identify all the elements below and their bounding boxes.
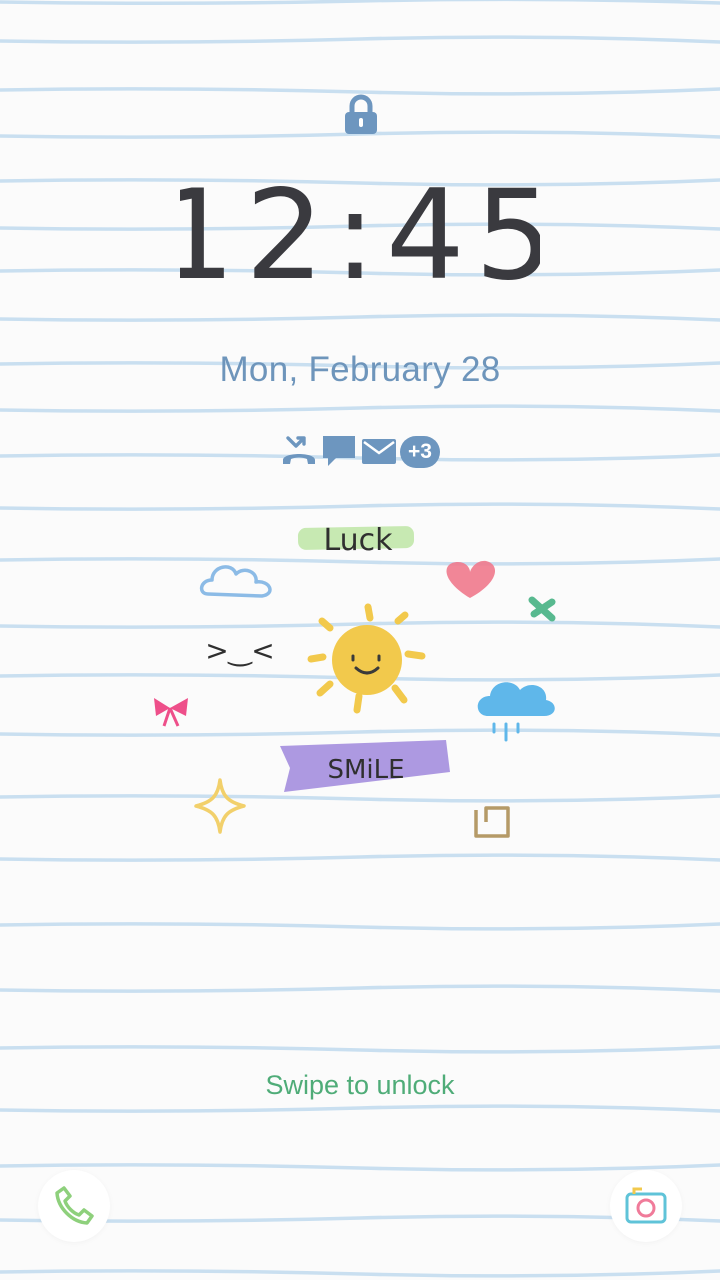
message-icon <box>323 436 355 466</box>
heart-doodle <box>446 560 496 598</box>
camera-shortcut-button[interactable] <box>610 1170 682 1242</box>
emoticon-doodle: >‿< <box>205 634 274 667</box>
bow-doodle <box>154 698 188 727</box>
phone-icon <box>55 1186 94 1225</box>
smile-label: SMiLE <box>280 740 450 792</box>
cross-doodle <box>528 596 556 622</box>
doodle-wallpaper: Luck >‿< SMiLE <box>154 523 556 838</box>
sun-doodle <box>307 603 426 714</box>
notification-icons[interactable]: +3 <box>280 432 445 474</box>
star-doodle <box>194 778 246 834</box>
luck-label: Luck <box>297 523 415 558</box>
spiral-doodle <box>474 806 510 838</box>
rain-cloud-doodle <box>477 682 555 742</box>
notification-more-count: +3 <box>400 436 440 468</box>
clock-time-text: 12:45 <box>180 168 540 298</box>
cloud-doodle <box>199 565 272 598</box>
missed-call-icon <box>283 436 315 464</box>
lock-icon <box>345 94 377 134</box>
date-text: Mon, February 28 <box>219 350 501 389</box>
luck-word: Luck <box>323 523 393 558</box>
email-icon <box>362 439 396 464</box>
clock-time: 12:45 <box>180 168 540 298</box>
phone-shortcut-button[interactable] <box>38 1170 110 1242</box>
smile-word: SMiLE <box>327 755 404 785</box>
camera-icon <box>625 1187 667 1224</box>
swipe-to-unlock-hint: Swipe to unlock <box>265 1070 455 1100</box>
